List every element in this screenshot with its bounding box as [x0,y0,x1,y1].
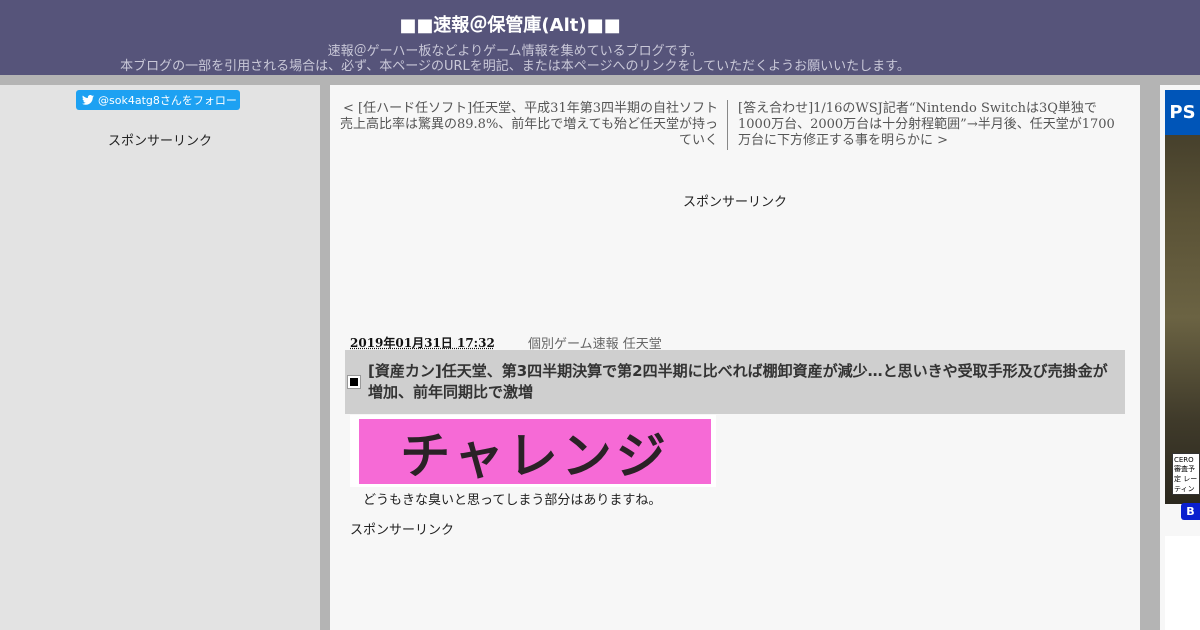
right-ad-slot [1165,536,1200,630]
twitter-bird-icon [82,95,94,105]
ad-button[interactable]: B [1181,503,1200,520]
prev-article-link[interactable]: < [任ハード任ソフト]任天堂、平成31年第3四半期の自社ソフト売上高比率は驚異… [338,101,718,149]
left-sponsor-link: スポンサーリンク [107,134,212,149]
post-date[interactable]: 2019年01月31日 17:32 [350,334,495,351]
twitter-follow-label: @sok4atg8さんをフォロー [98,94,237,107]
nav-divider [727,100,728,150]
top-sponsor-link: スポンサーリンク [682,195,787,210]
site-title[interactable]: ■■速報＠保管庫(Alt)■■ [0,11,1020,37]
post-body: どうもきな臭いと思ってしまう部分はありますね。 [363,493,662,508]
post-title: [資産カン]任天堂、第3四半期決算で第2四半期に比べれば棚卸資産が減少…と思いき… [368,362,1108,401]
next-article-link[interactable]: [答え合わせ]1/16のWSJ記者“Nintendo Switchは3Q単独で1… [738,101,1118,149]
left-sidebar [0,85,320,630]
bottom-sponsor-link: スポンサーリンク [350,523,455,538]
cero-rating-badge: CERO 審査予定 レーティング [1172,453,1200,495]
playstation-logo-icon: PS [1165,90,1200,135]
ad-banner[interactable] [1165,90,1200,504]
site-description-line2: 本ブログの一部を引用される場合は、必ず、本ページのURLを明記、または本ページへ… [120,59,910,74]
site-header: ■■速報＠保管庫(Alt)■■ 速報＠ゲーハー板などよりゲーム情報を集めているブ… [0,0,1200,75]
twitter-follow-button[interactable]: @sok4atg8さんをフォロー [76,90,240,110]
post-image-text: チャレンジ [400,426,670,485]
square-bullet-icon [347,375,361,389]
